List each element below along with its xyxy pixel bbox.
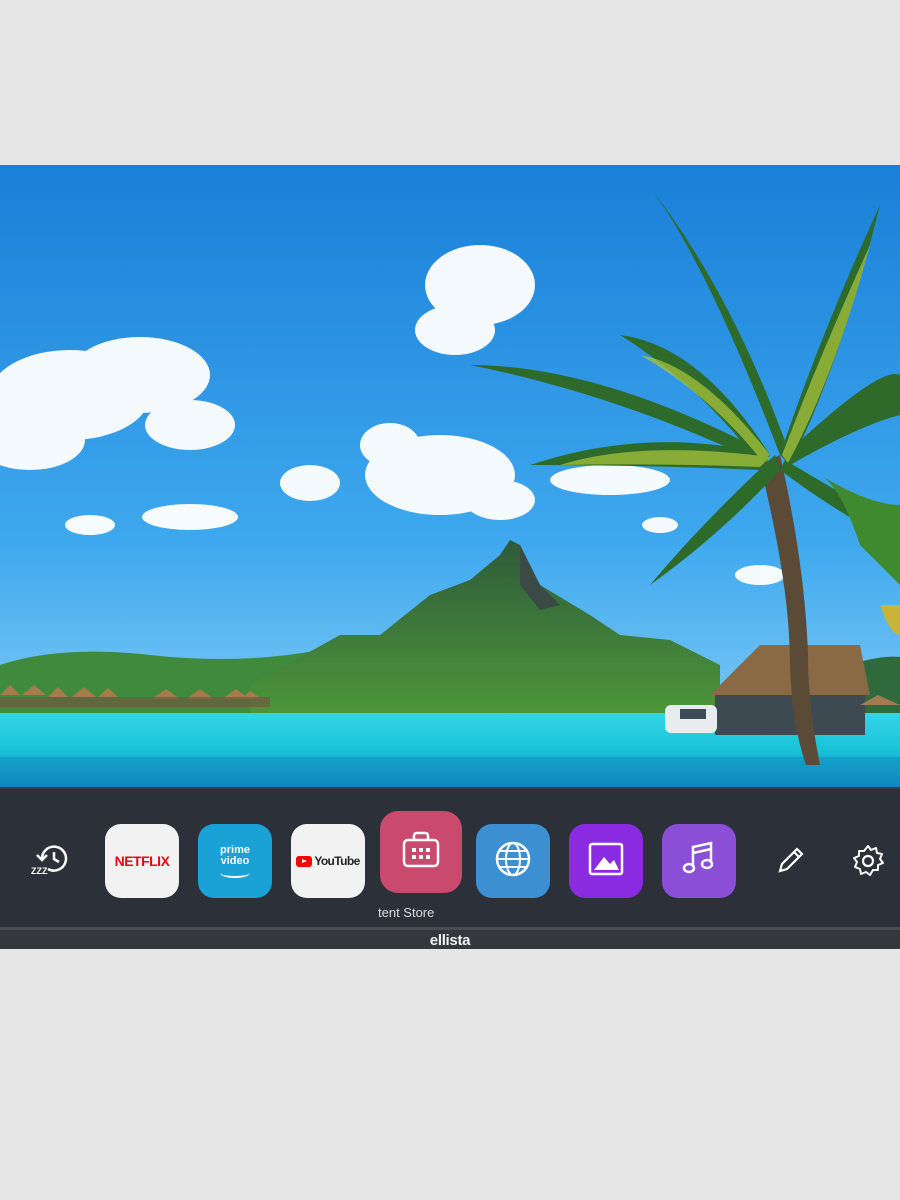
image-icon — [586, 841, 626, 882]
tropical-landscape-image — [0, 165, 900, 787]
gallery-app-tile[interactable] — [569, 824, 643, 898]
pencil-icon[interactable] — [766, 837, 814, 885]
netflix-app-tile[interactable]: NETFLIX — [105, 824, 179, 898]
play-icon — [296, 855, 313, 867]
globe-icon — [493, 839, 533, 884]
prime-video-app-tile[interactable]: prime video — [198, 824, 272, 898]
tv-frame: ZZZ NETFLIX prime video YouTube tent Sto… — [0, 165, 900, 949]
app-launcher-bar: ZZZ NETFLIX prime video YouTube tent Sto… — [0, 787, 900, 929]
tv-bezel: ellista — [0, 927, 900, 949]
gear-icon[interactable] — [844, 837, 892, 885]
focused-app-label: tent Store — [378, 905, 435, 920]
recent-history-icon[interactable]: ZZZ — [26, 835, 74, 883]
shopping-bag-icon — [399, 830, 443, 875]
music-app-tile[interactable] — [662, 824, 736, 898]
prime-video-logo: prime video — [220, 844, 250, 878]
youtube-logo: YouTube — [296, 854, 360, 868]
home-wallpaper — [0, 165, 900, 787]
brand-logo: ellista — [429, 932, 471, 949]
music-note-icon — [679, 839, 719, 884]
youtube-app-tile[interactable]: YouTube — [291, 824, 365, 898]
netflix-logo: NETFLIX — [114, 853, 170, 869]
web-browser-app-tile[interactable] — [476, 824, 550, 898]
svg-text:ZZZ: ZZZ — [31, 866, 48, 876]
content-store-app-tile[interactable] — [380, 811, 462, 893]
